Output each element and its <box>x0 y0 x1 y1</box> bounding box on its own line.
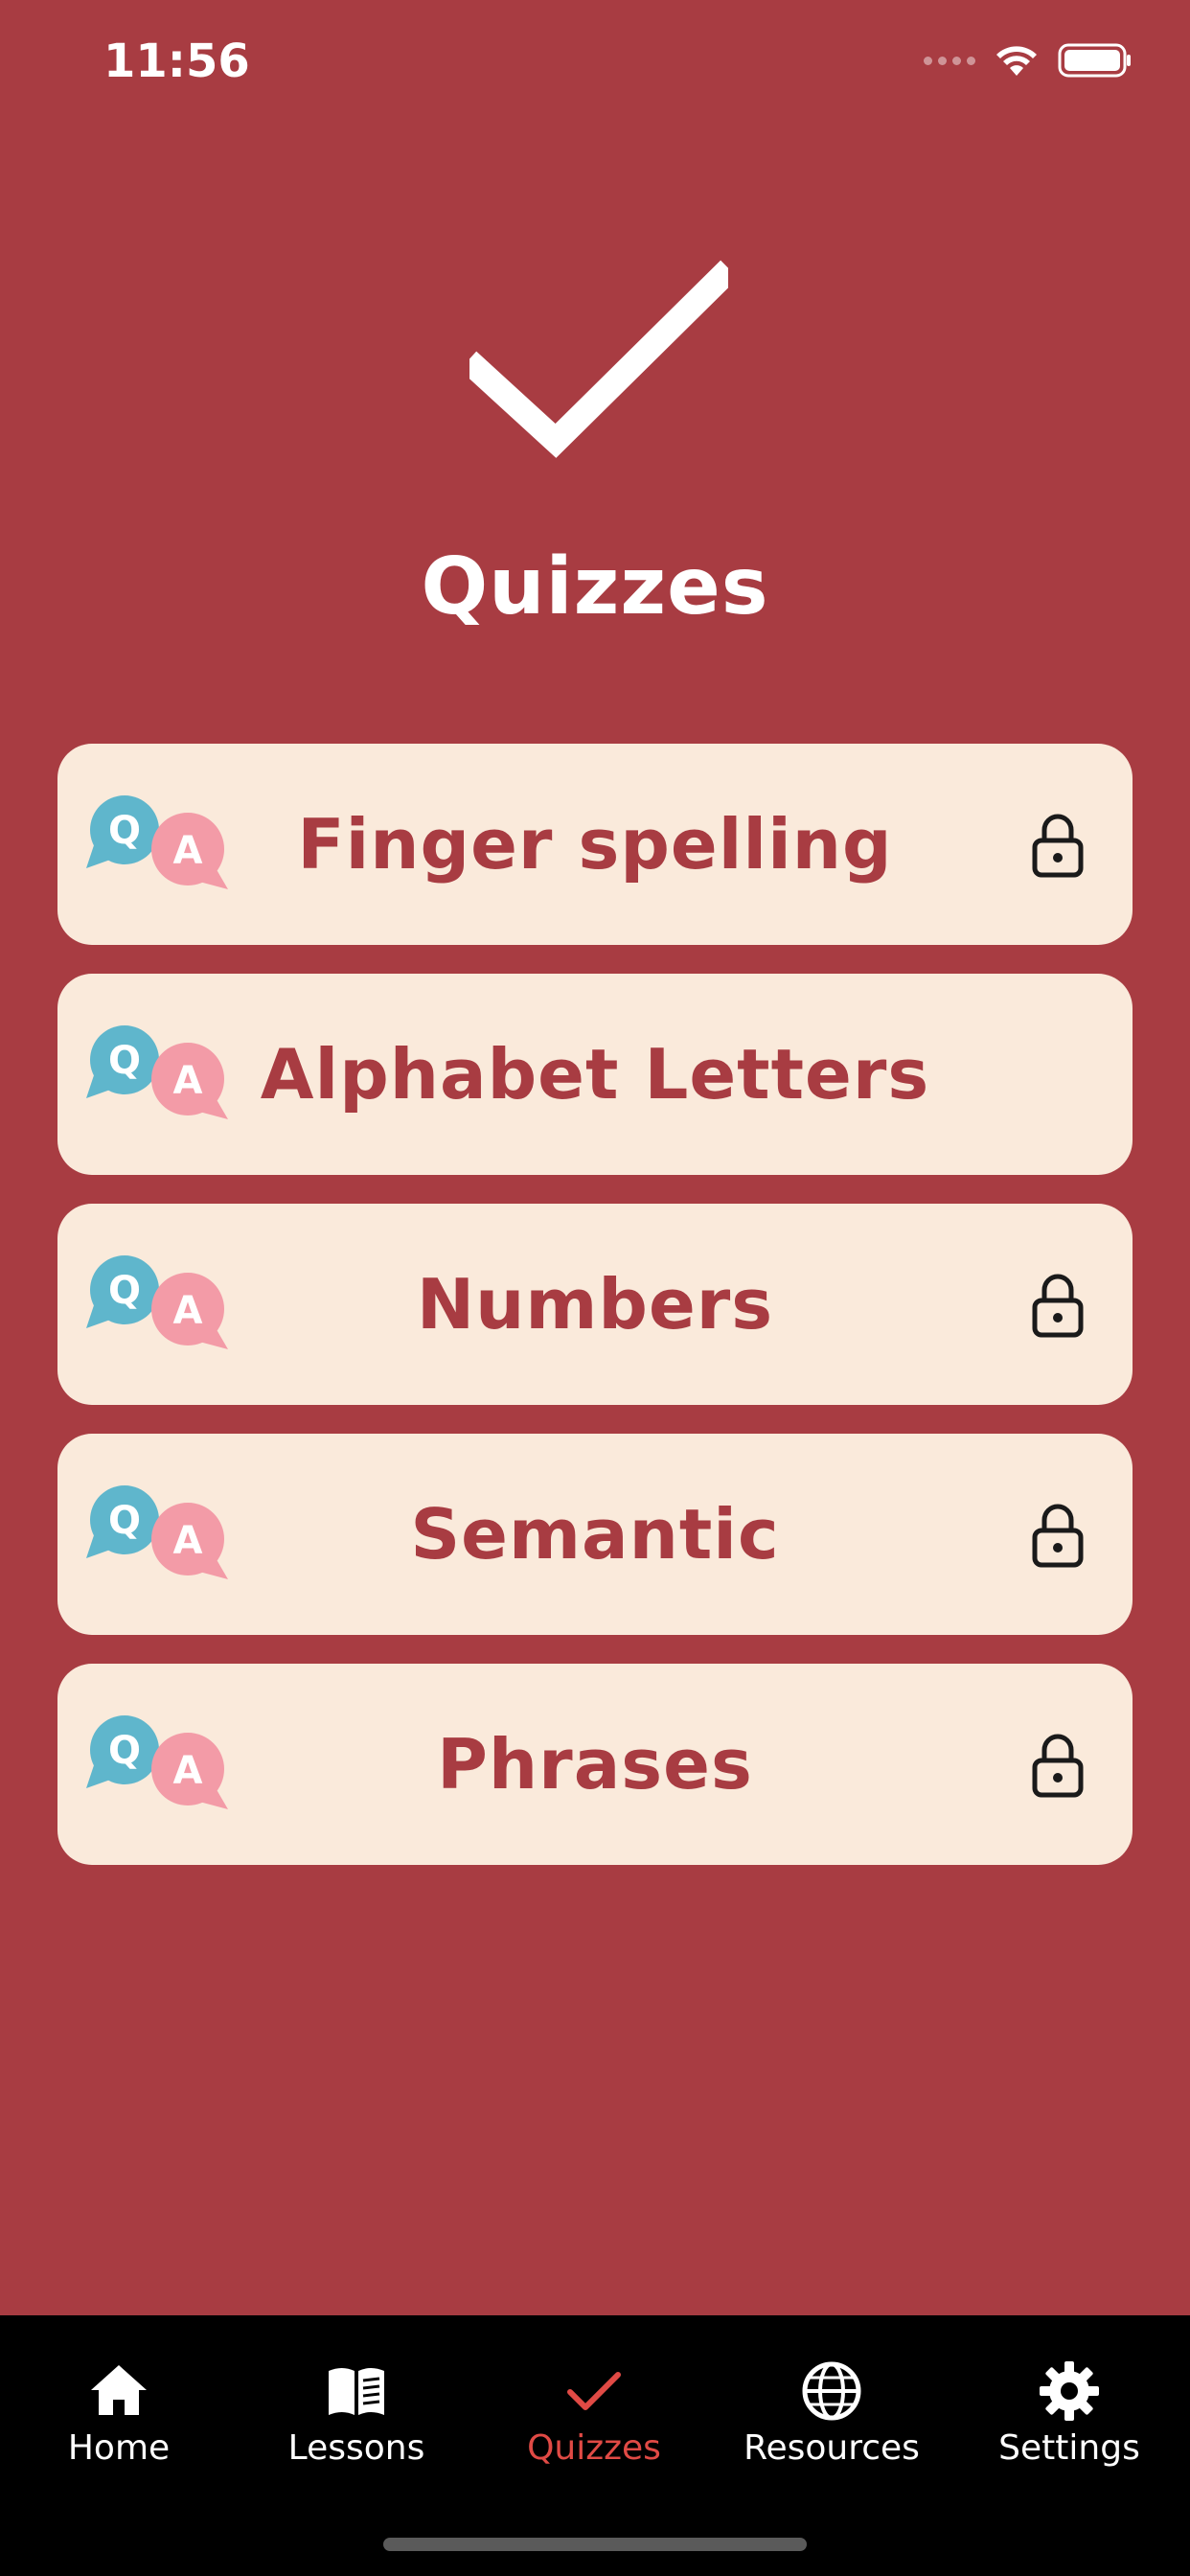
quiz-label: Semantic <box>410 1494 780 1575</box>
tab-quizzes[interactable]: Quizzes <box>475 2336 713 2480</box>
tab-label: Resources <box>744 2428 920 2468</box>
quiz-card-alphabet-letters[interactable]: Q A Alphabet Letters <box>57 974 1133 1175</box>
battery-icon <box>1058 43 1131 78</box>
quiz-card-finger-spelling[interactable]: Q A Finger spelling <box>57 744 1133 945</box>
tab-label: Home <box>67 2428 171 2468</box>
tab-settings[interactable]: Settings <box>950 2336 1188 2480</box>
home-icon <box>91 2365 147 2415</box>
quiz-label: Numbers <box>416 1264 774 1345</box>
page-title: Quizzes <box>421 541 769 632</box>
lock-icon <box>1032 1734 1084 1798</box>
lock-icon <box>1032 1504 1084 1568</box>
home-indicator[interactable] <box>383 2538 807 2551</box>
quiz-list: Q A Finger spelling Q A Alphabet Letters… <box>57 744 1133 1894</box>
tab-home[interactable]: Home <box>0 2336 238 2480</box>
status-icons <box>924 42 1133 79</box>
cellular-signal-icon <box>924 56 975 65</box>
book-icon <box>329 2368 384 2415</box>
tab-lessons[interactable]: Lessons <box>238 2336 475 2480</box>
gear-icon <box>1040 2361 1099 2421</box>
status-bar: 11:56 <box>0 0 1190 134</box>
quiz-card-numbers[interactable]: Q A Numbers <box>57 1204 1133 1405</box>
checkmark-icon <box>567 2372 621 2410</box>
lock-icon <box>1032 814 1084 878</box>
quiz-label: Alphabet Letters <box>260 1034 930 1115</box>
quiz-card-semantic[interactable]: Q A Semantic <box>57 1434 1133 1635</box>
tab-resources[interactable]: Resources <box>713 2336 950 2480</box>
globe-icon <box>802 2361 861 2421</box>
tab-label: Settings <box>998 2428 1140 2468</box>
quiz-label: Finger spelling <box>297 804 893 885</box>
tab-label: Quizzes <box>527 2428 661 2468</box>
tab-label: Lessons <box>287 2428 425 2468</box>
lock-icon <box>1032 1274 1084 1338</box>
quiz-card-phrases[interactable]: Q A Phrases <box>57 1664 1133 1865</box>
checkmark-icon <box>469 260 728 458</box>
status-time: 11:56 <box>103 34 250 88</box>
quiz-label: Phrases <box>437 1724 753 1805</box>
wifi-icon <box>996 46 1037 76</box>
